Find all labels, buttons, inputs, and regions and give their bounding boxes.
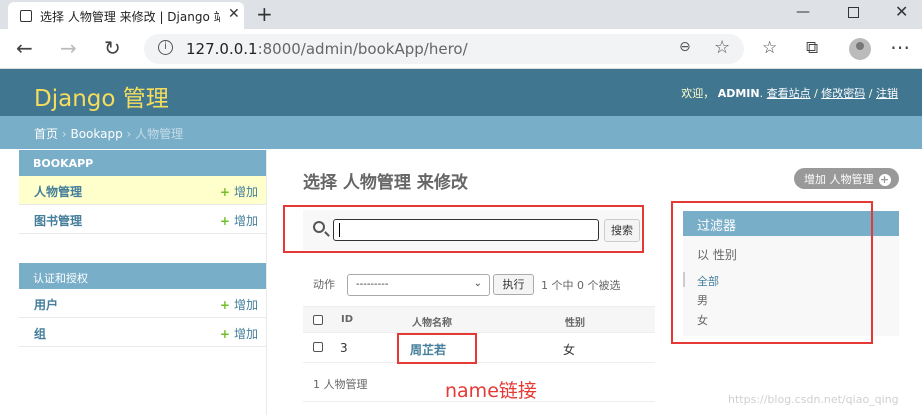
- plus-icon: +: [878, 173, 891, 186]
- collections-icon[interactable]: ⧉: [806, 38, 818, 58]
- admin-header: Django 管理 欢迎， ADMIN. 查看站点 / 修改密码 / 注销: [0, 69, 922, 116]
- row-checkbox[interactable]: [313, 342, 323, 352]
- highlight-box-search: [283, 205, 644, 253]
- plus-icon: +: [219, 214, 230, 228]
- page-favicon-icon: [20, 10, 32, 22]
- add-favorite-icon[interactable]: ☆: [714, 37, 730, 58]
- action-select[interactable]: --------- ⌄: [347, 274, 490, 296]
- back-icon[interactable]: ←: [16, 36, 33, 60]
- sidebar-item-groups[interactable]: 组 + 增加: [19, 318, 266, 347]
- sidebar-item-label[interactable]: 用户: [34, 296, 58, 313]
- maximize-icon[interactable]: [848, 7, 859, 18]
- breadcrumb: 首页 › Bookapp › 人物管理: [34, 127, 184, 141]
- welcome-text: 欢迎，: [681, 87, 715, 100]
- cell-gender: 女: [563, 343, 576, 357]
- selection-counter: 1 个中 0 个被选: [541, 279, 621, 292]
- highlight-box-filter: [671, 201, 873, 344]
- add-user-link[interactable]: + 增加: [220, 296, 258, 313]
- sidebar-item-users[interactable]: 用户 + 增加: [19, 289, 266, 318]
- select-all-checkbox[interactable]: [313, 315, 323, 325]
- address-bar[interactable]: i 127.0.0.1:8000/admin/bookApp/hero/ ⊖ ☆: [144, 34, 744, 64]
- annotation-label: name链接: [445, 380, 537, 402]
- plus-icon: +: [219, 327, 230, 341]
- browser-tab-bar: 选择 人物管理 来修改 | Django 站 ✕ + — ✕: [0, 0, 922, 29]
- module-caption-bookapp[interactable]: BOOKAPP: [19, 150, 266, 176]
- sidebar-item-hero[interactable]: 人物管理 + 增加: [19, 176, 266, 205]
- sidebar-item-label[interactable]: 图书管理: [34, 212, 82, 229]
- plus-icon: +: [219, 185, 230, 199]
- logout-link[interactable]: 注销: [876, 87, 898, 100]
- column-header-gender[interactable]: 性别: [565, 314, 585, 329]
- zoom-icon[interactable]: ⊖: [679, 39, 691, 55]
- site-brand[interactable]: Django 管理: [34, 79, 169, 113]
- profile-avatar[interactable]: [849, 38, 871, 60]
- column-header-name[interactable]: 人物名称: [412, 314, 452, 329]
- highlight-box-name: [397, 333, 477, 364]
- sidebar-item-book[interactable]: 图书管理 + 增加: [19, 205, 266, 234]
- add-group-link[interactable]: + 增加: [220, 325, 258, 342]
- breadcrumb-home[interactable]: 首页: [34, 127, 58, 141]
- view-site-link[interactable]: 查看站点: [767, 87, 811, 100]
- username: ADMIN: [717, 87, 760, 100]
- url-text[interactable]: 127.0.0.1:8000/admin/bookApp/hero/: [186, 40, 468, 58]
- result-list: ID 人物名称 性别 3 周芷若 女: [303, 306, 655, 363]
- add-hero-link[interactable]: + 增加: [220, 183, 258, 200]
- tab-title: 选择 人物管理 来修改 | Django 站: [40, 10, 220, 24]
- watermark: https://blog.csdn.net/qiao_qing: [728, 393, 899, 406]
- result-count: 1 人物管理: [313, 378, 368, 391]
- action-go-button[interactable]: 执行: [493, 274, 534, 295]
- nav-sidebar: BOOKAPP 人物管理 + 增加 图书管理 + 增加 认证和授权 用户 + 增加 组…: [19, 150, 267, 415]
- breadcrumb-current: 人物管理: [135, 127, 184, 141]
- table-header: ID 人物名称 性别: [303, 306, 655, 333]
- close-tab-icon[interactable]: ✕: [228, 6, 240, 22]
- chevron-down-icon: ⌄: [473, 278, 482, 289]
- favorites-icon[interactable]: ☆: [762, 38, 777, 58]
- breadcrumb-bar: 首页 › Bookapp › 人物管理: [0, 116, 922, 149]
- table-row: 3 周芷若 女: [303, 333, 655, 363]
- plus-icon: +: [219, 298, 230, 312]
- breadcrumb-app[interactable]: Bookapp: [70, 127, 122, 141]
- browser-toolbar: ← → ↻ i 127.0.0.1:8000/admin/bookApp/her…: [0, 29, 922, 69]
- browser-tab[interactable]: 选择 人物管理 来修改 | Django 站 ✕: [8, 2, 244, 29]
- add-book-link[interactable]: + 增加: [220, 212, 258, 229]
- module-caption-auth[interactable]: 认证和授权: [19, 263, 266, 289]
- column-header-id[interactable]: ID: [341, 314, 353, 325]
- action-label: 动作: [313, 278, 335, 291]
- change-password-link[interactable]: 修改密码: [821, 87, 865, 100]
- new-tab-icon[interactable]: +: [256, 2, 273, 26]
- add-hero-button[interactable]: 增加 人物管理 +: [794, 168, 899, 189]
- page-title: 选择 人物管理 来修改: [303, 173, 468, 193]
- more-menu-icon[interactable]: ⋯: [890, 35, 910, 59]
- window-close-icon[interactable]: ✕: [895, 2, 908, 21]
- sidebar-item-label[interactable]: 组: [34, 325, 46, 342]
- actions-bar: 动作 --------- ⌄ 执行 1 个中 0 个被选: [303, 270, 655, 300]
- user-tools: 欢迎， ADMIN. 查看站点 / 修改密码 / 注销: [681, 87, 898, 100]
- sidebar-item-label[interactable]: 人物管理: [34, 183, 82, 200]
- minimize-icon[interactable]: —: [796, 4, 810, 20]
- site-info-icon[interactable]: i: [158, 40, 173, 55]
- forward-icon[interactable]: →: [60, 36, 77, 60]
- cell-id: 3: [340, 341, 348, 355]
- reload-icon[interactable]: ↻: [104, 36, 121, 60]
